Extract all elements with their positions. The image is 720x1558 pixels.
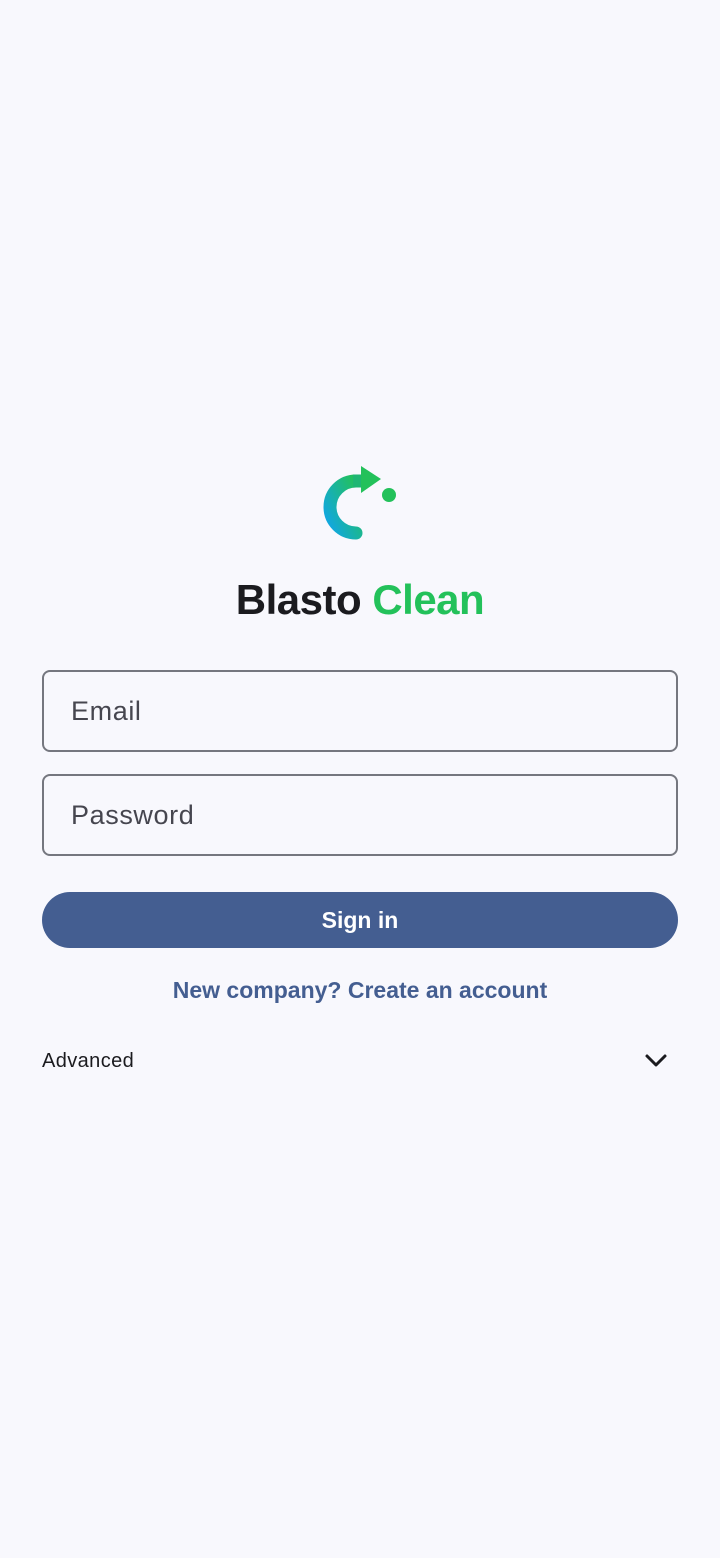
email-field[interactable] [42, 670, 678, 752]
email-input[interactable] [71, 672, 676, 750]
brand-refresh-arrow-logo-icon [323, 466, 396, 540]
brand-name: Blasto Clean [0, 574, 720, 626]
sign-in-button[interactable]: Sign in [42, 892, 678, 948]
create-account-link[interactable]: New company? Create an account [0, 974, 720, 1006]
brand-name-accent: Clean [372, 576, 485, 623]
brand-logo [318, 460, 402, 544]
password-input[interactable] [71, 776, 676, 854]
advanced-label: Advanced [42, 1049, 135, 1072]
brand-name-primary: Blasto [235, 576, 362, 623]
sign-in-button-label: Sign in [321, 906, 399, 933]
password-field[interactable] [42, 774, 678, 856]
advanced-toggle[interactable]: Advanced [42, 1038, 678, 1084]
chevron-down-icon[interactable] [642, 1047, 670, 1075]
